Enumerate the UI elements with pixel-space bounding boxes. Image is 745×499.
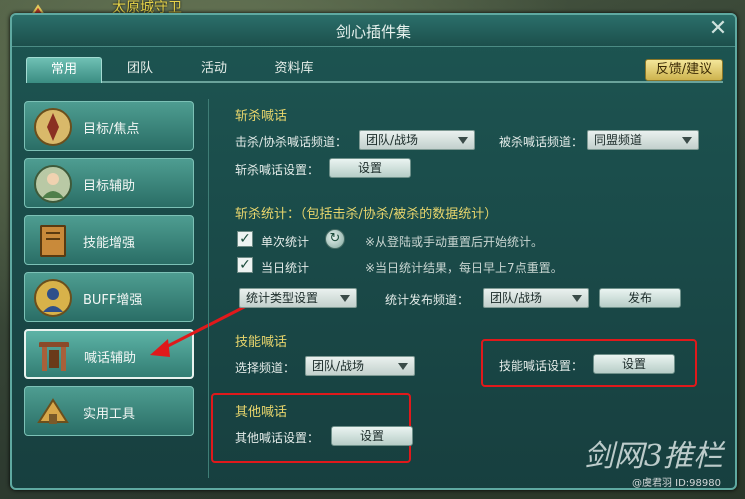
chevron-down-icon — [398, 363, 408, 370]
kill-settings-label: 斩杀喊话设置： — [235, 163, 320, 177]
sidebar-item-label: 目标/焦点 — [83, 122, 140, 137]
sidebar-item-label: 实用工具 — [83, 407, 136, 422]
sidebar-item-label: 目标辅助 — [83, 179, 136, 194]
title-bar[interactable]: 剑心插件集 ✕ — [12, 15, 735, 47]
tools-icon — [37, 398, 69, 424]
kill-settings-button[interactable]: 设置 — [329, 158, 411, 178]
kill-shout-title: 斩杀喊话 — [235, 109, 288, 124]
publish-button[interactable]: 发布 — [599, 288, 681, 308]
single-stats-note: ※从登陆或手动重置后开始统计。 — [365, 235, 544, 249]
kill-channel-value: 团队/战场 — [366, 133, 419, 147]
skill-book-icon — [40, 225, 66, 257]
gate-icon — [39, 342, 69, 371]
watermark-credit: @虞君羽 ID:98980 — [631, 478, 721, 489]
chevron-down-icon — [458, 137, 468, 144]
daily-stats-label: 当日统计 — [261, 261, 310, 275]
sidebar-item-skill-enhance[interactable]: 技能增强 — [24, 215, 194, 265]
daily-stats-checkbox[interactable]: ✓ — [237, 257, 253, 273]
feedback-button[interactable]: 反馈/建议 — [645, 59, 723, 81]
publish-channel-label: 统计发布频道： — [385, 293, 470, 307]
close-button[interactable]: ✕ — [707, 18, 729, 41]
single-stats-checkbox[interactable]: ✓ — [237, 231, 253, 247]
skill-settings-label: 技能喊话设置： — [499, 359, 584, 373]
watermark-logo: 剑网3推栏 — [583, 439, 723, 474]
skill-channel-label: 选择频道： — [235, 361, 296, 375]
tab-activity[interactable]: 活动 — [182, 57, 246, 83]
tab-bar: 常用 团队 活动 资料库 反馈/建议 — [26, 57, 723, 83]
stats-type-value: 统计类型设置 — [246, 291, 319, 305]
target-icon — [34, 108, 72, 146]
sidebar-item-label: BUFF增强 — [83, 293, 143, 308]
other-settings-label: 其他喊话设置： — [235, 431, 320, 445]
skill-channel-dropdown[interactable]: 团队/战场 — [305, 356, 415, 376]
skill-shout-title: 技能喊话 — [235, 335, 288, 350]
publish-channel-dropdown[interactable]: 团队/战场 — [483, 288, 589, 308]
killed-channel-label: 被杀喊话频道： — [499, 135, 584, 149]
content-panel: 斩杀喊话 击杀/协杀喊话频道： 团队/战场 被杀喊话频道： 同盟频道 斩杀喊话设… — [208, 99, 725, 478]
sidebar-item-target-assist[interactable]: 目标辅助 — [24, 158, 194, 208]
single-stats-label: 单次统计 — [261, 235, 310, 249]
sidebar-item-label: 喊话辅助 — [84, 351, 137, 366]
other-shout-title: 其他喊话 — [235, 405, 288, 420]
sidebar-item-target-focus[interactable]: 目标/焦点 — [24, 101, 194, 151]
publish-channel-value: 团队/战场 — [490, 291, 543, 305]
sidebar-item-utility-tools[interactable]: 实用工具 — [24, 386, 194, 436]
sidebar-item-label: 技能增强 — [83, 236, 136, 251]
chevron-down-icon — [340, 295, 350, 302]
skill-settings-button[interactable]: 设置 — [593, 354, 675, 374]
killed-channel-dropdown[interactable]: 同盟频道 — [587, 130, 699, 150]
stats-type-dropdown[interactable]: 统计类型设置 — [239, 288, 357, 308]
skill-channel-value: 团队/战场 — [312, 359, 365, 373]
refresh-icon[interactable]: ↻ — [325, 229, 345, 249]
chevron-down-icon — [682, 137, 692, 144]
kill-channel-label: 击杀/协杀喊话频道： — [235, 135, 348, 149]
chevron-down-icon — [572, 295, 582, 302]
killed-channel-value: 同盟频道 — [594, 133, 643, 147]
kill-stats-title: 斩杀统计：（包括击杀/协杀/被杀的数据统计） — [235, 207, 498, 222]
tab-team[interactable]: 团队 — [108, 57, 172, 83]
tab-common[interactable]: 常用 — [26, 57, 102, 83]
tab-database[interactable]: 资料库 — [258, 57, 330, 83]
other-settings-button[interactable]: 设置 — [331, 426, 413, 446]
window-title: 剑心插件集 — [335, 23, 411, 41]
character-icon — [34, 165, 72, 203]
kill-channel-dropdown[interactable]: 团队/战场 — [359, 130, 475, 150]
daily-stats-note: ※当日统计结果，每日早上7点重置。 — [365, 261, 563, 275]
buff-icon — [34, 279, 72, 317]
plugin-window: 剑心插件集 ✕ 常用 团队 活动 资料库 反馈/建议 目标/焦点 目标辅助 技能… — [10, 13, 737, 490]
